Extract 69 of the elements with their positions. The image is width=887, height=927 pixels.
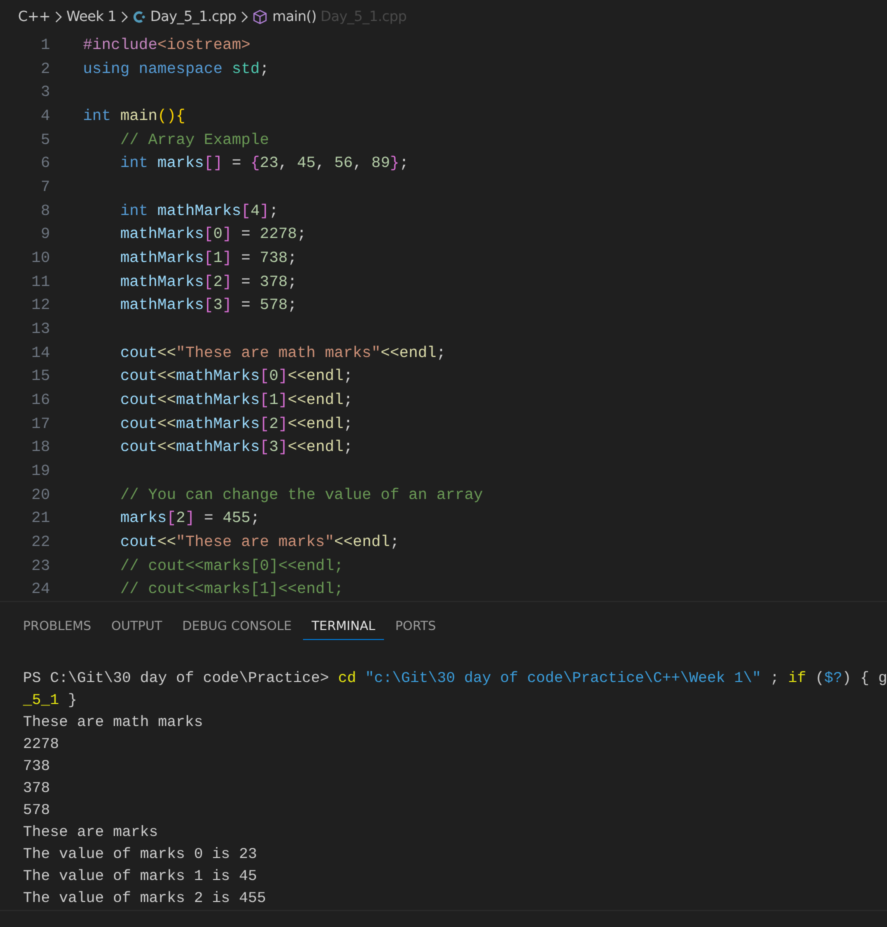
chevron-right-icon bbox=[120, 10, 128, 22]
terminal-line: 2278 bbox=[23, 735, 60, 755]
terminal-line: The value of marks 2 is 455 bbox=[23, 889, 268, 909]
breadcrumb-item[interactable]: main() bbox=[272, 8, 316, 24]
code-line: cout<<mathMarks[2]<<endl; bbox=[119, 414, 353, 433]
breadcrumb-item[interactable]: C++ bbox=[18, 8, 50, 24]
code-line: // cout<<marks[1]<<endl; bbox=[119, 580, 344, 598]
code-line: // cout<<marks[0]<<endl; bbox=[119, 556, 344, 575]
line-number: 20 bbox=[30, 486, 50, 504]
line-number: 11 bbox=[30, 272, 50, 291]
code-line: marks[2] = 455; bbox=[119, 509, 260, 528]
line-number: 4 bbox=[40, 106, 50, 125]
code-line: int main(){ bbox=[83, 106, 186, 125]
terminal-line: 378 bbox=[23, 779, 52, 799]
code-line: cout<<mathMarks[0]<<endl; bbox=[119, 367, 353, 386]
line-number: 7 bbox=[40, 178, 50, 196]
line-number: 2 bbox=[40, 60, 50, 78]
panel-tab[interactable]: OUTPUT bbox=[102, 608, 172, 640]
code-line: mathMarks[3] = 578; bbox=[119, 296, 297, 314]
code-line: cout<<"These are marks"<<endl; bbox=[119, 532, 400, 551]
code-line: cout<<mathMarks[1]<<endl; bbox=[119, 390, 353, 409]
code-line: cout<<"These are math marks"<<endl; bbox=[119, 344, 446, 362]
line-number: 19 bbox=[30, 462, 50, 480]
line-number: 22 bbox=[30, 532, 50, 551]
line-number: 15 bbox=[30, 367, 50, 386]
code-line: // Array Example bbox=[119, 130, 270, 149]
line-number: 23 bbox=[30, 556, 50, 575]
code-line: int mathMarks[4]; bbox=[119, 202, 278, 220]
code-line: mathMarks[2] = 378; bbox=[119, 272, 297, 291]
line-number: 14 bbox=[30, 344, 50, 362]
terminal-line: These are marks bbox=[23, 823, 160, 843]
panel-tab[interactable]: DEBUG CONSOLE bbox=[173, 608, 301, 640]
cube-icon bbox=[252, 8, 268, 24]
terminal-line: These are math marks bbox=[23, 713, 204, 733]
panel-tab[interactable]: PROBLEMS bbox=[14, 608, 100, 640]
terminal-line: _5_1 } bbox=[23, 691, 78, 711]
code-line: mathMarks[1] = 738; bbox=[119, 248, 297, 267]
code-line: // You can change the value of an array bbox=[119, 486, 483, 504]
terminal-line: 578 bbox=[23, 801, 52, 821]
line-number: 24 bbox=[30, 580, 50, 598]
code-line: cout<<mathMarks[3]<<endl; bbox=[119, 438, 353, 456]
terminal-line: 738 bbox=[23, 757, 52, 777]
line-number: 13 bbox=[30, 320, 50, 338]
line-number: 18 bbox=[30, 438, 50, 456]
chevron-right-icon bbox=[240, 10, 248, 22]
line-number: 21 bbox=[30, 509, 50, 528]
code-line: int marks[] = {23, 45, 56, 89}; bbox=[119, 154, 409, 172]
terminal-line: The value of marks 1 is 45 bbox=[23, 867, 258, 887]
code-line: mathMarks[0] = 2278; bbox=[119, 225, 306, 244]
line-number: 1 bbox=[40, 36, 50, 54]
line-number: 10 bbox=[30, 248, 50, 267]
terminal-line: The value of marks 0 is 23 bbox=[23, 845, 258, 865]
line-number: 17 bbox=[30, 414, 50, 433]
line-number: 5 bbox=[40, 130, 50, 149]
code-line: #include<iostream> bbox=[83, 36, 250, 54]
terminal-line: PS C:\Git\30 day of code\Practice> cd "c:\Git\30 day of code\Practice\C++\Week 1\" ; if ($?) { g bbox=[23, 669, 887, 689]
line-number: 12 bbox=[30, 296, 50, 314]
panel-tab[interactable]: PORTS bbox=[386, 608, 445, 640]
breadcrumb-item[interactable]: Day_5_1.cpp bbox=[150, 8, 236, 24]
line-number: 16 bbox=[30, 390, 50, 409]
cpp-file-icon bbox=[132, 10, 146, 24]
line-number: 6 bbox=[40, 154, 50, 172]
panel-tab[interactable]: TERMINAL bbox=[302, 608, 384, 640]
code-line: using namespace std; bbox=[83, 60, 270, 78]
breadcrumb-item[interactable]: Week 1 bbox=[66, 8, 116, 24]
line-number: 8 bbox=[40, 202, 50, 220]
line-number: 9 bbox=[40, 225, 50, 244]
line-number: 3 bbox=[40, 83, 50, 102]
chevron-right-icon bbox=[54, 10, 62, 22]
